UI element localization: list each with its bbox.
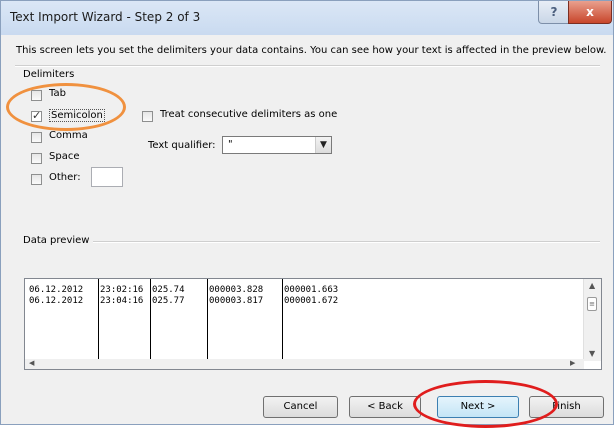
highlight-circle-semicolon <box>6 83 126 131</box>
data-preview-pane[interactable]: 06.12.2012 23:02:16 025.74 000003.828 000001… <box>24 278 602 370</box>
consecutive-delimiters-checkbox[interactable] <box>142 111 153 122</box>
column-break-line[interactable] <box>207 279 208 361</box>
cancel-button[interactable]: Cancel <box>263 396 338 418</box>
preview-cell: 23:04:16 <box>100 296 144 306</box>
consecutive-delimiters-label: Treat consecutive delimiters as one <box>160 109 338 120</box>
column-break-line[interactable] <box>150 279 151 361</box>
scroll-up-icon[interactable]: ▲ <box>589 281 595 290</box>
vertical-scrollbar[interactable]: ▲ ≡ ▼ <box>583 279 601 361</box>
help-button[interactable]: ? <box>538 1 570 24</box>
help-icon: ? <box>550 5 558 19</box>
preview-cell: 000001.672 <box>284 296 339 306</box>
delimiters-heading: Delimiters <box>23 69 75 80</box>
close-icon: x <box>586 5 594 19</box>
highlight-circle-next <box>413 380 558 428</box>
scroll-left-icon[interactable]: ◀ <box>29 359 34 367</box>
column-break-line[interactable] <box>282 279 283 361</box>
text-qualifier-select[interactable]: " ▼ <box>222 136 332 154</box>
space-checkbox[interactable] <box>31 153 42 164</box>
scroll-right-icon[interactable]: ▶ <box>570 359 575 367</box>
header-separator <box>15 65 600 67</box>
column-break-line[interactable] <box>98 279 99 361</box>
preview-cell: 000003.817 <box>209 296 264 306</box>
comma-checkbox[interactable] <box>31 132 42 143</box>
other-label: Other: <box>49 172 81 183</box>
chevron-down-icon[interactable]: ▼ <box>315 137 331 153</box>
other-checkbox[interactable] <box>31 174 42 185</box>
preview-cell: 06.12.2012 <box>29 296 84 306</box>
comma-label: Comma <box>49 130 88 141</box>
space-label: Space <box>49 151 80 162</box>
wizard-description: This screen lets you set the delimiters … <box>16 45 607 56</box>
window-title: Text Import Wizard - Step 2 of 3 <box>10 10 201 24</box>
preview-cell: 025.77 <box>152 296 185 306</box>
preview-cell: 23:02:16 <box>100 285 144 295</box>
scroll-down-icon[interactable]: ▼ <box>589 349 595 358</box>
preview-cell: 06.12.2012 <box>29 285 84 295</box>
preview-cell: 000001.663 <box>284 285 339 295</box>
text-qualifier-value: " <box>228 139 233 150</box>
scroll-thumb[interactable]: ≡ <box>587 297 597 311</box>
horizontal-scrollbar[interactable]: ◀ ▶ <box>25 359 584 369</box>
close-button[interactable]: x <box>568 1 612 24</box>
text-qualifier-label: Text qualifier: <box>148 140 216 151</box>
back-button[interactable]: < Back <box>349 396 421 418</box>
other-delimiter-input[interactable] <box>91 167 123 187</box>
preview-cell: 000003.828 <box>209 285 264 295</box>
data-preview-heading: Data preview <box>23 235 90 246</box>
text-import-wizard-dialog: Text Import Wizard - Step 2 of 3 ? x Thi… <box>0 0 614 428</box>
preview-cell: 025.74 <box>152 285 185 295</box>
title-bar[interactable]: Text Import Wizard - Step 2 of 3 ? x <box>1 1 613 35</box>
preview-separator <box>93 241 600 243</box>
